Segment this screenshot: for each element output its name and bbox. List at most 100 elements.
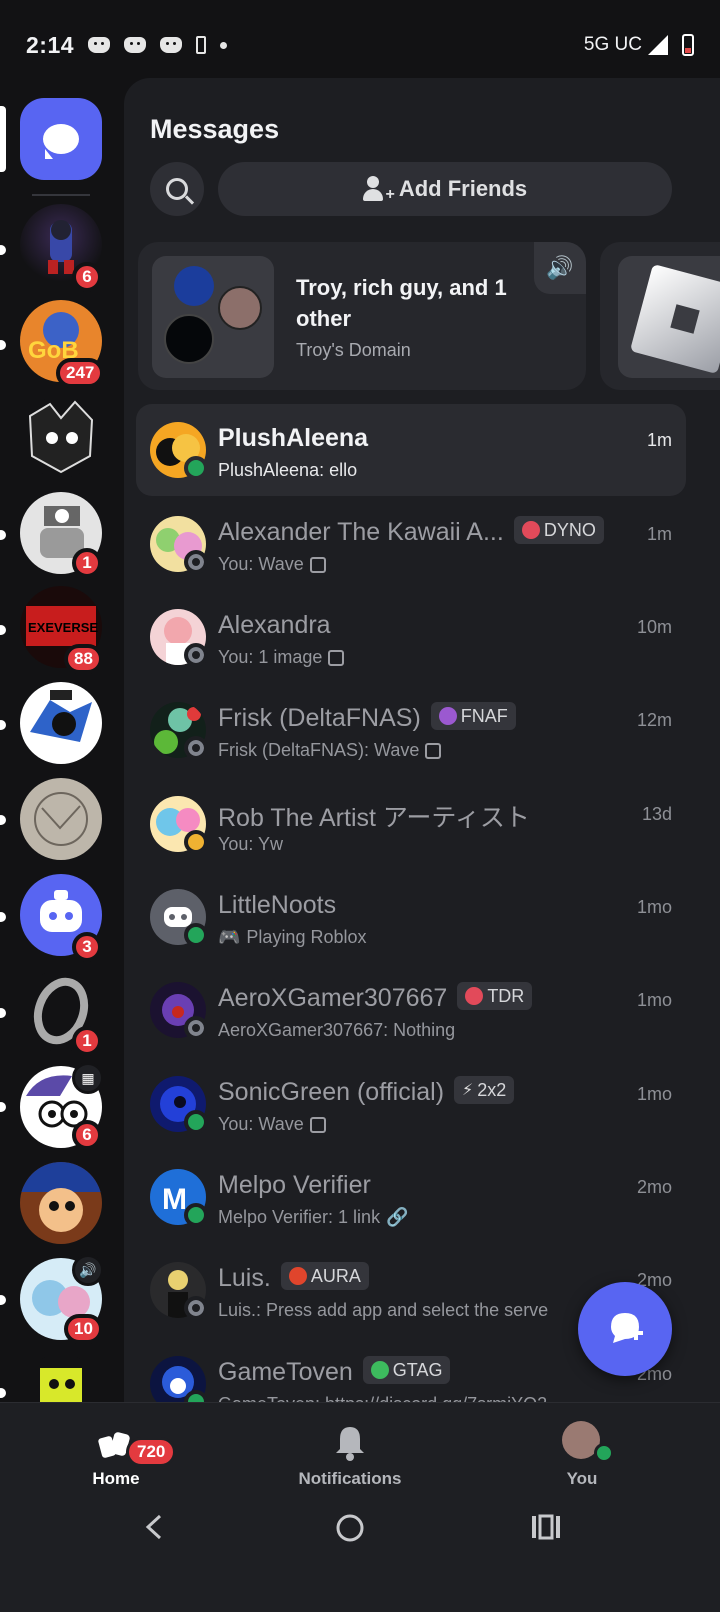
dm-name: Frisk (DeltaFNAS) FNAF <box>218 702 516 733</box>
dm-row[interactable]: Frisk (DeltaFNAS) FNAF Frisk (DeltaFNAS):… <box>136 684 686 776</box>
server-tag: FNAF <box>430 702 516 731</box>
sticker-icon <box>425 742 442 759</box>
active-voice-card[interactable]: Troy, rich guy, and 1 other Troy's Domai… <box>138 242 586 390</box>
notifications-label: Notifications <box>298 1469 402 1488</box>
tab-you[interactable]: You <box>482 1403 682 1499</box>
roblox-logo-icon <box>629 263 720 375</box>
dm-last-message: 🎮 Playing Roblox <box>218 927 367 948</box>
tag-icon <box>465 987 484 1006</box>
tab-notifications[interactable]: Notifications <box>250 1403 450 1499</box>
dm-name-text: Frisk (DeltaFNAS) <box>218 704 421 732</box>
dm-message-text: Melpo Verifier: 1 link <box>218 1207 381 1227</box>
tag-label: GTAG <box>392 1359 443 1380</box>
dm-name: AeroXGamer307667 TDR <box>218 982 533 1013</box>
dm-time: 1mo <box>636 1084 672 1104</box>
battery-icon <box>682 34 694 56</box>
dm-last-message: Luis.: Press add app and select the serv… <box>218 1300 548 1321</box>
dm-name: SonicGreen (official) ⚡ 2x2 <box>218 1076 515 1107</box>
unread-dot <box>0 1102 6 1112</box>
status-offline-indicator <box>184 1296 208 1320</box>
server-badge: 247 <box>56 358 105 388</box>
server-badge: 1 <box>72 1026 102 1056</box>
dm-name: Alexander The Kawaii A... DYNO <box>218 516 604 547</box>
dm-message-text: Luis.: Press add app and select the serv… <box>218 1300 549 1320</box>
dm-message-text: You: Wave <box>218 1114 304 1134</box>
server-rail: 6 GoB 247 1 EXEVERSE 88 3 1 ▦ 6 🔊 10 <box>0 90 124 1402</box>
unread-dot <box>0 1008 6 1018</box>
recents-icon[interactable] <box>530 1512 562 1542</box>
tag-icon <box>521 521 540 540</box>
back-icon[interactable] <box>140 1512 170 1542</box>
server-avatar-art <box>30 690 92 742</box>
dm-message-text: GameToven: https://discord.gg/7srmiYQ2 <box>218 1394 547 1402</box>
battery-saver-icon <box>196 36 207 54</box>
dm-time: 2mo <box>636 1177 672 1197</box>
more-notifications-dot-icon <box>220 41 228 49</box>
dm-name: Luis. AURA <box>218 1262 369 1293</box>
server-icon[interactable] <box>20 1162 102 1244</box>
add-friends-label: Add Friends <box>398 176 528 201</box>
dm-row[interactable]: PlushAleena PlushAleena: ello 1m <box>136 404 686 496</box>
speaker-icon: 🔊 <box>534 242 586 294</box>
activity-card[interactable] <box>600 242 720 390</box>
roblox-thumbnail <box>618 256 720 378</box>
chat-bubble-icon <box>43 124 79 159</box>
dm-row[interactable]: LittleNoots 🎮 Playing Roblox 1mo <box>136 871 686 963</box>
dm-row[interactable]: M Melpo Verifier Melpo Verifier: 1 link 🔗… <box>136 1151 686 1243</box>
tab-home[interactable]: 720 Home <box>16 1403 216 1499</box>
lightning-tag-icon: ⚡ <box>462 1082 474 1100</box>
add-friends-button[interactable]: + Add Friends <box>218 162 672 216</box>
dm-row[interactable]: Alexandra You: 1 image 10m <box>136 591 686 683</box>
dm-name: PlushAleena <box>218 424 369 452</box>
dm-row[interactable]: SonicGreen (official) ⚡ 2x2 You: Wave 1mo <box>136 1058 686 1150</box>
image-icon <box>328 649 345 666</box>
dm-last-message: You: Wave <box>218 554 326 575</box>
server-icon[interactable] <box>20 682 102 764</box>
dm-message-text: PlushAleena: ello <box>218 460 358 480</box>
discord-notification-icon <box>124 37 147 53</box>
new-message-button[interactable] <box>578 1282 672 1376</box>
server-icon[interactable] <box>20 778 102 860</box>
rail-divider <box>32 194 90 196</box>
game-controller-icon: 🎮 <box>218 927 241 947</box>
add-friend-icon: + <box>362 176 395 203</box>
signal-icon <box>648 35 668 55</box>
dm-name: Rob The Artist アーティスト <box>218 804 530 832</box>
server-badge: 6 <box>72 262 102 292</box>
tag-label: AURA <box>310 1265 361 1286</box>
unread-dot <box>0 912 6 922</box>
direct-messages-button[interactable] <box>20 98 102 180</box>
notification-icons <box>88 36 228 54</box>
participant-avatar <box>164 314 214 364</box>
voice-card-subtitle: Troy's Domain <box>296 340 411 360</box>
dm-row[interactable]: Rob The Artist アーティスト You: Yw 13d <box>136 778 686 870</box>
dm-last-message: AeroXGamer307667: Nothing <box>218 1020 455 1041</box>
dm-last-message: You: 1 image <box>218 647 345 668</box>
home-label: Home <box>92 1469 140 1488</box>
server-icon[interactable] <box>20 396 102 478</box>
unread-dot <box>0 1388 6 1398</box>
server-tag: AURA <box>280 1262 369 1291</box>
server-badge: 88 <box>64 644 103 674</box>
unread-dot <box>0 815 6 825</box>
status-online-indicator <box>184 456 208 480</box>
dm-row[interactable]: AeroXGamer307667 TDR AeroXGamer307667: No… <box>136 964 686 1056</box>
tag-label: 2x2 <box>477 1079 507 1100</box>
network-type: 5G UC <box>583 34 642 55</box>
server-icon[interactable] <box>20 1354 102 1402</box>
home-circle-icon[interactable] <box>334 1512 366 1544</box>
dm-time: 1m <box>646 524 672 544</box>
server-avatar-art <box>40 1368 82 1402</box>
dm-message-text: You: Wave <box>218 554 304 574</box>
svg-text:EXEVERSE: EXEVERSE <box>28 620 98 635</box>
selected-indicator <box>0 106 6 172</box>
dm-name: Alexandra <box>218 611 331 639</box>
dm-last-message: PlushAleena: ello <box>218 460 357 481</box>
home-badge: 720 <box>126 1437 177 1467</box>
search-button[interactable] <box>150 162 204 216</box>
server-badge: 1 <box>72 548 102 578</box>
status-offline-indicator <box>184 1016 208 1040</box>
tag-label: TDR <box>487 985 525 1006</box>
dm-last-message: Frisk (DeltaFNAS): Wave <box>218 740 442 761</box>
dm-row[interactable]: Alexander The Kawaii A... DYNO You: Wave … <box>136 498 686 590</box>
